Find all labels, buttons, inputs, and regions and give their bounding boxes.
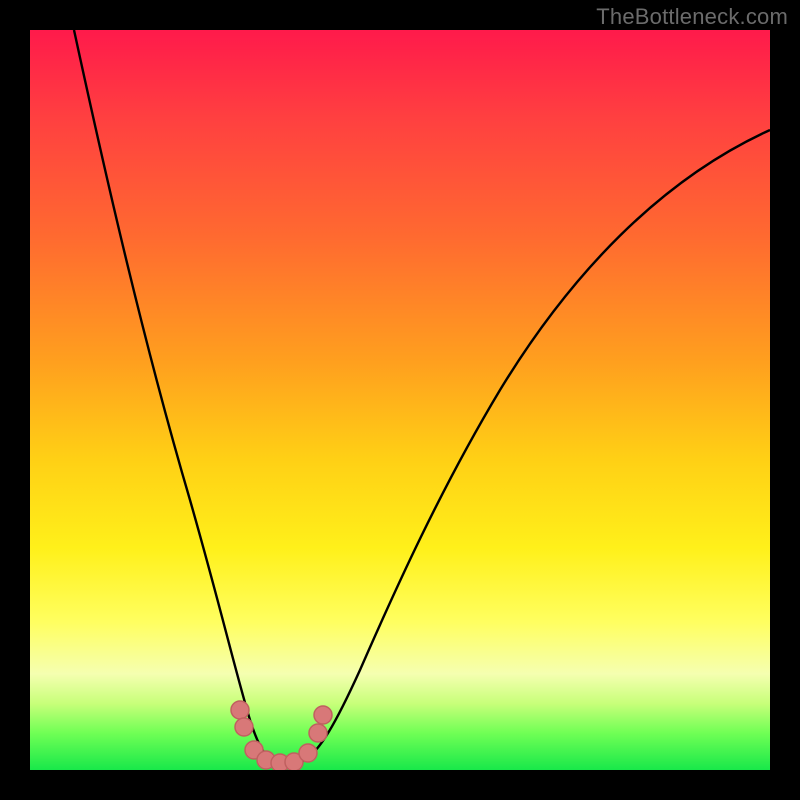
valley-markers: [231, 701, 332, 770]
chart-frame: TheBottleneck.com: [0, 0, 800, 800]
plot-area: [30, 30, 770, 770]
chart-svg: [30, 30, 770, 770]
bottleneck-curve: [74, 30, 770, 765]
watermark-text: TheBottleneck.com: [596, 4, 788, 30]
